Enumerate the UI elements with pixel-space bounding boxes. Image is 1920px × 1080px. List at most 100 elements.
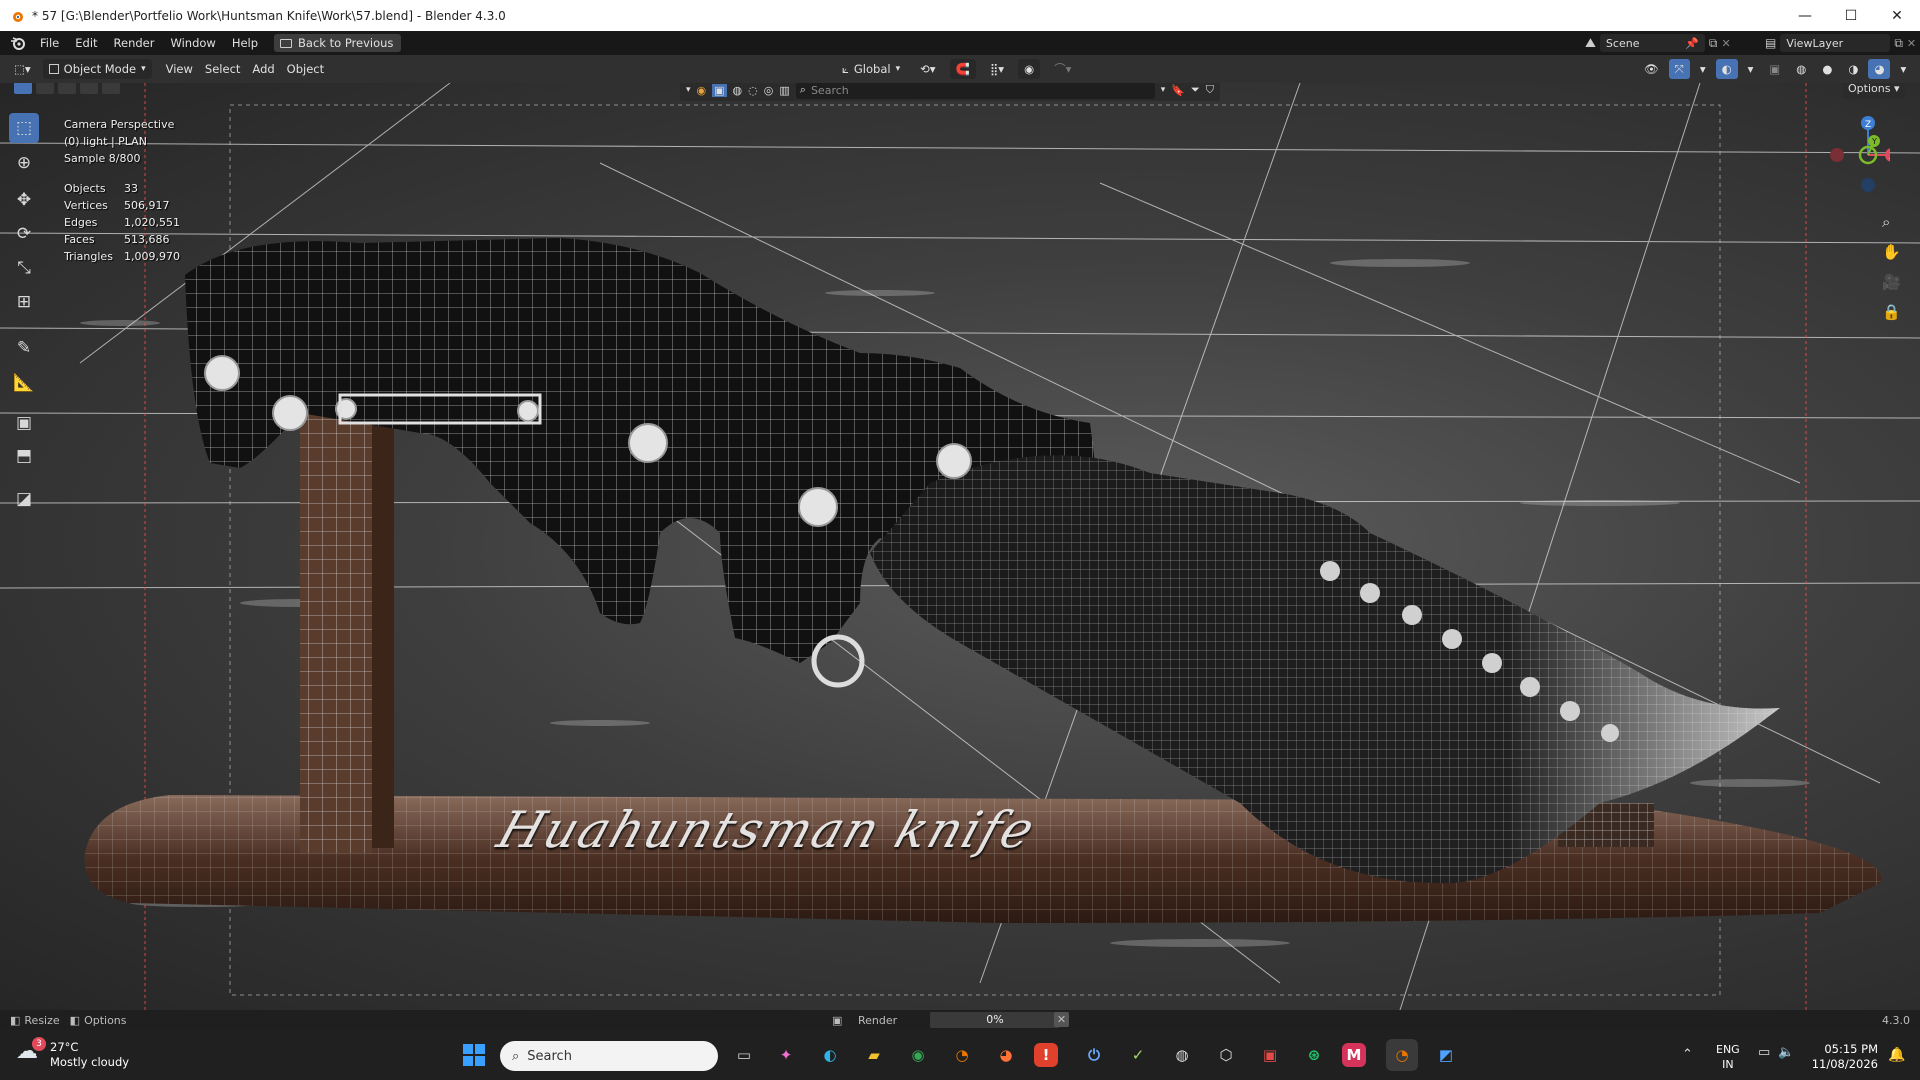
add-object-tool-icon[interactable]: ⬒ [9,441,39,471]
scale-tool-icon[interactable]: ⤡ [9,253,39,283]
power-app-icon[interactable]: ⏻ [1078,1039,1110,1071]
new-view-layer-icon[interactable]: ⧉ [1894,36,1903,51]
chevron-down-icon[interactable]: ▾ [686,85,691,95]
view-layer-selector[interactable]: ViewLayer [1780,34,1891,52]
menu-object[interactable]: Object [281,59,330,79]
app-m-icon[interactable]: M [1342,1043,1366,1067]
blender-app-icon[interactable]: ◔ [946,1039,978,1071]
copilot-icon[interactable]: ✦ [770,1039,802,1071]
xray-icon[interactable]: ▣ [1763,59,1786,79]
back-to-previous-button[interactable]: Back to Previous [274,34,402,52]
weather-text[interactable]: 27°C Mostly cloudy [50,1040,129,1070]
notification-bell-icon[interactable]: 🔔 [1888,1047,1905,1063]
menu-select[interactable]: Select [199,59,246,79]
camera-view-icon[interactable]: 🎥 [1882,273,1901,291]
mail-app-icon[interactable]: ▣ [1254,1039,1286,1071]
rendered-shading-icon[interactable]: ◕ [1868,59,1891,79]
minimize-button[interactable]: — [1782,0,1828,31]
system-tray[interactable]: ▭ 🔈 [1758,1045,1794,1060]
new-scene-icon[interactable]: ⧉ [1709,36,1718,51]
paint-app-icon[interactable]: ◩ [1430,1039,1462,1071]
visibility-icon[interactable]: 👁▾ [1638,59,1665,96]
firefox-icon[interactable]: ◕ [990,1039,1022,1071]
menu-file[interactable]: File [32,31,67,55]
menu-window[interactable]: Window [162,31,223,55]
overlay-toggle-icon[interactable]: ◐ [1715,59,1738,79]
solid-view-icon[interactable]: ▣ [712,83,727,97]
pivot-point-icon[interactable]: ⟲▾ [914,59,941,79]
color-wheel-icon[interactable]: ◉ [697,84,707,97]
add-cube-tool-icon[interactable]: ▣ [9,408,39,438]
rotate-tool-icon[interactable]: ⟳ [9,219,39,249]
blender-menu-icon[interactable] [10,35,26,51]
gizmo-toggle-icon[interactable]: ⤧ [1668,59,1690,79]
menu-render[interactable]: Render [106,31,163,55]
menu-add[interactable]: Add [246,59,280,79]
navigation-gizmo[interactable]: Z Y X [1820,113,1890,193]
proportional-edit-icon[interactable]: ◉ [1018,59,1041,79]
select-subtract-icon[interactable] [58,83,76,94]
shading-dropdown-icon[interactable]: ▾ [1894,59,1912,79]
measure-tool-icon[interactable]: 📐 [9,368,39,398]
search-input[interactable]: ⌕ Search [795,83,1155,99]
gizmo-dropdown-icon[interactable]: ▾ [1694,59,1712,79]
blender-running-icon[interactable]: ◔ [1386,1039,1418,1071]
falloff-icon[interactable]: ⌒▾ [1048,59,1077,79]
menu-edit[interactable]: Edit [67,31,105,55]
filter-icon[interactable]: ⏷ [1191,83,1200,97]
select-extend-icon[interactable] [36,83,54,94]
file-explorer-icon[interactable]: ▰ [858,1039,890,1071]
texture-view-icon[interactable]: ◌ [748,84,758,97]
maximize-button[interactable]: ☐ [1828,0,1874,31]
app-check-icon[interactable]: ✓ [1122,1039,1154,1071]
transform-tool-icon[interactable]: ⊞ [9,287,39,317]
transform-orientation-selector[interactable]: ⟀ Global ▾ [836,59,906,79]
material-shading-icon[interactable]: ◑ [1842,59,1864,79]
close-window-button[interactable]: ✕ [1874,0,1920,31]
select-new-icon[interactable] [14,83,32,94]
material-view-icon[interactable]: ◍ [733,84,743,97]
mode-selector[interactable]: Object Mode ▾ [42,59,152,79]
shield-icon[interactable]: ⛉ [1206,83,1214,97]
weather-widget[interactable]: ☁ 3 [16,1037,48,1071]
annotate-tool-icon[interactable]: ✎ [9,333,39,363]
snap-toggle-icon[interactable]: 🧲 [949,59,976,79]
sidebar-toggle-icon[interactable]: ❚❚ [1916,59,1920,79]
world-view-icon[interactable]: ◎ [764,84,774,97]
task-view-icon[interactable]: ▭ [728,1039,760,1071]
pan-hand-icon[interactable]: ✋ [1882,243,1901,261]
lock-icon[interactable]: 🔒 [1882,303,1901,321]
editor-type-icon[interactable]: ⬚▾ [8,59,37,79]
overlay-dropdown-icon[interactable]: ▾ [1742,59,1760,79]
windows-start-icon[interactable] [458,1039,490,1071]
select-box-tool-icon[interactable]: ⬚ [9,113,39,143]
cursor-tool-icon[interactable]: ⊕ [9,148,39,178]
app-red-icon[interactable]: ! [1034,1043,1058,1067]
image-tool-icon[interactable]: ◪ [9,484,39,514]
chevron-down-icon[interactable]: ▾ [1161,85,1166,95]
wireframe-shading-icon[interactable]: ◍ [1790,59,1812,79]
select-intersect-icon[interactable] [102,83,120,94]
move-tool-icon[interactable]: ✥ [9,185,39,215]
solid-shading-icon[interactable]: ● [1816,59,1838,79]
render-view-icon[interactable]: ▥ [779,84,789,97]
tray-overflow-icon[interactable]: ⌃ [1682,1047,1693,1062]
remove-scene-icon[interactable]: ✕ [1722,37,1731,50]
chrome-icon[interactable]: ◉ [902,1039,934,1071]
options-dropdown[interactable]: Options ▾ [1842,83,1906,99]
unity-icon[interactable]: ⬡ [1210,1039,1242,1071]
taskbar-search[interactable]: ⌕ Search [500,1041,718,1071]
scene-selector[interactable]: Scene 📌 [1599,34,1705,52]
3d-viewport[interactable]: Huahuntsman knife ⬚ ⊕ ✥ ⟳ ⤡ ⊞ ✎ 📐 ▣ ⬒ ◪ … [0,83,1920,1010]
app-green-icon[interactable]: ⊛ [1298,1039,1330,1071]
remove-view-layer-icon[interactable]: ✕ [1907,37,1916,50]
cancel-render-icon[interactable]: ✕ [1054,1012,1069,1027]
bookmark-icon[interactable]: 🔖 [1171,84,1185,97]
snap-target-icon[interactable]: ⣿▾ [984,59,1010,79]
select-invert-icon[interactable] [80,83,98,94]
menu-view[interactable]: View [160,59,199,79]
zoom-icon[interactable]: ⌕ [1882,213,1901,231]
edge-browser-icon[interactable]: ◐ [814,1039,846,1071]
github-icon[interactable]: ◍ [1166,1039,1198,1071]
language-indicator[interactable]: ENG IN [1716,1042,1740,1072]
